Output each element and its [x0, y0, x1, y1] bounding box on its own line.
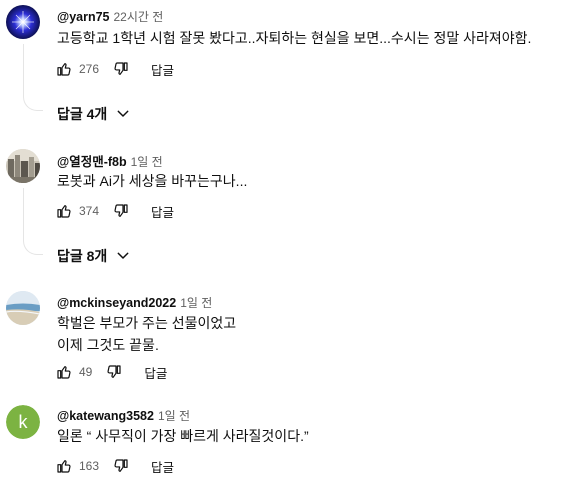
- comment-time[interactable]: 1일 전: [180, 296, 212, 310]
- reply-button[interactable]: 답글: [151, 202, 174, 221]
- reply-button[interactable]: 답글: [151, 457, 174, 476]
- dislike-button[interactable]: [109, 454, 133, 478]
- cityscape-avatar-icon: [6, 149, 40, 183]
- like-count: 374: [79, 204, 100, 218]
- comment-meta: @yarn75 22시간 전: [57, 8, 163, 25]
- comment-actions: 163 답글: [52, 454, 174, 478]
- comment-text: 로봇과 Ai가 세상을 바꾸는구나...: [57, 173, 248, 189]
- chevron-down-icon: [115, 248, 131, 264]
- like-count: 163: [79, 459, 100, 473]
- replies-toggle-button[interactable]: 답글 4개: [57, 102, 131, 126]
- comment-text: 학벌은 부모가 주는 선물이었고 이제 그것도 끝물.: [57, 315, 237, 353]
- comment-actions: 374 답글: [52, 199, 174, 223]
- like-count: 49: [79, 365, 93, 379]
- like-button[interactable]: [52, 57, 76, 81]
- comment-author[interactable]: @열정맨-f8b: [57, 155, 127, 169]
- thumbs-down-icon: [107, 365, 121, 378]
- comment-meta: @mckinseyand2022 1일 전: [57, 294, 212, 311]
- comment-text: 고등학교 1학년 시험 잘못 봤다고..자퇴하는 현실을 보면...수시는 정말…: [57, 30, 532, 46]
- reply-button[interactable]: 답글: [151, 60, 174, 79]
- avatar[interactable]: [6, 149, 40, 183]
- comment-meta: @열정맨-f8b 1일 전: [57, 151, 163, 170]
- avatar[interactable]: [6, 5, 40, 39]
- chevron-down-icon: [115, 106, 131, 122]
- avatar[interactable]: k: [6, 405, 40, 439]
- comment-actions: 49 답글: [52, 360, 167, 384]
- like-count: 276: [79, 62, 100, 76]
- comment-author[interactable]: @katewang3582: [57, 409, 154, 423]
- thumbs-up-icon: [57, 460, 71, 473]
- thumbs-up-icon: [57, 63, 71, 76]
- thumbs-down-icon: [114, 62, 128, 75]
- starburst-avatar-icon: [6, 5, 40, 39]
- dislike-button[interactable]: [102, 360, 126, 384]
- replies-label: 답글 4개: [57, 106, 108, 122]
- thread-line: [23, 44, 24, 94]
- comment-time[interactable]: 1일 전: [158, 409, 190, 423]
- comment-actions: 276 답글: [52, 57, 174, 81]
- avatar-letter: k: [18, 412, 28, 432]
- reply-button[interactable]: 답글: [144, 363, 167, 382]
- thumbs-up-icon: [57, 366, 71, 379]
- like-button[interactable]: [52, 454, 76, 478]
- comment-author[interactable]: @mckinseyand2022: [57, 296, 176, 310]
- dislike-button[interactable]: [109, 199, 133, 223]
- thumbs-up-icon: [57, 205, 71, 218]
- comment-author[interactable]: @yarn75: [57, 10, 110, 24]
- avatar[interactable]: [6, 291, 40, 325]
- comment-text: 일론 “ 사무직이 가장 빠르게 사라질것이다.”: [57, 428, 309, 444]
- comment-time[interactable]: 22시간 전: [114, 10, 164, 24]
- like-button[interactable]: [52, 199, 76, 223]
- replies-label: 답글 8개: [57, 248, 108, 264]
- thumbs-down-icon: [114, 204, 128, 217]
- thread-line: [23, 188, 24, 238]
- replies-toggle-button[interactable]: 답글 8개: [57, 244, 131, 268]
- comment-meta: @katewang3582 1일 전: [57, 407, 190, 424]
- thread-curve: [23, 237, 43, 255]
- beach-avatar-icon: [6, 291, 40, 325]
- thumbs-down-icon: [114, 459, 128, 472]
- dislike-button[interactable]: [109, 57, 133, 81]
- like-button[interactable]: [52, 360, 76, 384]
- thread-curve: [23, 93, 43, 111]
- comment-time[interactable]: 1일 전: [131, 155, 163, 169]
